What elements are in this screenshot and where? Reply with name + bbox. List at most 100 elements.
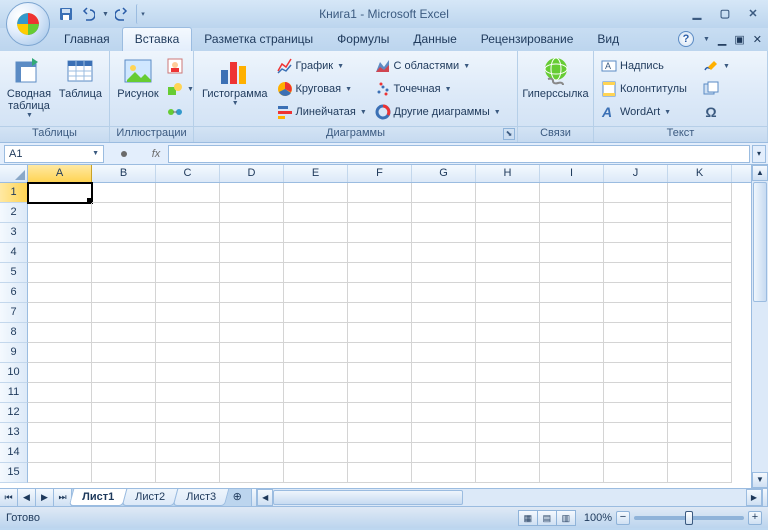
undo-dropdown-icon[interactable]: ▼ — [100, 4, 110, 24]
cell-B4[interactable] — [92, 243, 156, 263]
picture-button[interactable]: Рисунок — [114, 53, 162, 102]
area-chart-button[interactable]: С областями▼ — [372, 55, 512, 77]
maximize-button[interactable]: ▢ — [716, 4, 734, 22]
scroll-right-button[interactable]: ▶ — [746, 489, 762, 506]
cell-K5[interactable] — [668, 263, 732, 283]
office-button[interactable] — [6, 2, 50, 46]
cell-I14[interactable] — [540, 443, 604, 463]
cell-D8[interactable] — [220, 323, 284, 343]
cell-J4[interactable] — [604, 243, 668, 263]
cell-H5[interactable] — [476, 263, 540, 283]
cell-F8[interactable] — [348, 323, 412, 343]
col-header-J[interactable]: J — [604, 165, 668, 182]
cell-E11[interactable] — [284, 383, 348, 403]
help-dropdown-icon[interactable]: ▼ — [703, 36, 710, 43]
col-header-A[interactable]: A — [28, 165, 92, 182]
cell-E14[interactable] — [284, 443, 348, 463]
cell-H12[interactable] — [476, 403, 540, 423]
textbox-button[interactable]: AНадпись — [598, 55, 698, 77]
sheet-nav-prev[interactable]: ◀ — [18, 489, 36, 506]
cell-C14[interactable] — [156, 443, 220, 463]
cell-I7[interactable] — [540, 303, 604, 323]
signature-button[interactable]: ▼ — [700, 55, 726, 77]
col-header-E[interactable]: E — [284, 165, 348, 182]
undo-icon[interactable] — [78, 4, 98, 24]
cell-C9[interactable] — [156, 343, 220, 363]
row-header-1[interactable]: 1 — [0, 183, 28, 203]
cell-B11[interactable] — [92, 383, 156, 403]
cell-B5[interactable] — [92, 263, 156, 283]
scroll-left-button[interactable]: ◀ — [257, 489, 273, 506]
vscroll-thumb[interactable] — [753, 182, 767, 302]
cell-J3[interactable] — [604, 223, 668, 243]
qat-customize-icon[interactable]: ▾ — [136, 4, 148, 24]
cell-D9[interactable] — [220, 343, 284, 363]
cell-C11[interactable] — [156, 383, 220, 403]
cell-D11[interactable] — [220, 383, 284, 403]
cell-G12[interactable] — [412, 403, 476, 423]
cell-J11[interactable] — [604, 383, 668, 403]
cell-C7[interactable] — [156, 303, 220, 323]
tab-view[interactable]: Вид — [585, 28, 631, 51]
cell-H4[interactable] — [476, 243, 540, 263]
cell-G14[interactable] — [412, 443, 476, 463]
col-header-B[interactable]: B — [92, 165, 156, 182]
charts-dialog-launcher[interactable]: ⬊ — [503, 128, 515, 140]
cell-F14[interactable] — [348, 443, 412, 463]
col-header-C[interactable]: C — [156, 165, 220, 182]
doc-restore-button[interactable]: ▣ — [734, 33, 744, 46]
cell-K10[interactable] — [668, 363, 732, 383]
cell-I12[interactable] — [540, 403, 604, 423]
other-charts-button[interactable]: Другие диаграммы▼ — [372, 101, 512, 123]
name-box-dropdown-icon[interactable]: ▼ — [92, 150, 99, 157]
cell-I4[interactable] — [540, 243, 604, 263]
tab-insert[interactable]: Вставка — [122, 27, 193, 51]
cell-A4[interactable] — [28, 243, 92, 263]
cell-K4[interactable] — [668, 243, 732, 263]
cell-D5[interactable] — [220, 263, 284, 283]
cell-J2[interactable] — [604, 203, 668, 223]
cell-E3[interactable] — [284, 223, 348, 243]
cell-K14[interactable] — [668, 443, 732, 463]
formula-input[interactable] — [168, 145, 750, 163]
cell-G1[interactable] — [412, 183, 476, 203]
cell-J8[interactable] — [604, 323, 668, 343]
cell-E5[interactable] — [284, 263, 348, 283]
clipart-button[interactable] — [164, 55, 197, 77]
cell-H8[interactable] — [476, 323, 540, 343]
cell-J13[interactable] — [604, 423, 668, 443]
cell-F7[interactable] — [348, 303, 412, 323]
row-header-5[interactable]: 5 — [0, 263, 28, 283]
cell-H7[interactable] — [476, 303, 540, 323]
zoom-in-button[interactable]: + — [748, 511, 762, 525]
row-header-14[interactable]: 14 — [0, 443, 28, 463]
cell-H3[interactable] — [476, 223, 540, 243]
cell-F10[interactable] — [348, 363, 412, 383]
cell-J5[interactable] — [604, 263, 668, 283]
cell-H13[interactable] — [476, 423, 540, 443]
cell-K12[interactable] — [668, 403, 732, 423]
cell-I6[interactable] — [540, 283, 604, 303]
cell-D4[interactable] — [220, 243, 284, 263]
cell-F12[interactable] — [348, 403, 412, 423]
cell-K15[interactable] — [668, 463, 732, 483]
save-icon[interactable] — [56, 4, 76, 24]
cell-G11[interactable] — [412, 383, 476, 403]
row-header-4[interactable]: 4 — [0, 243, 28, 263]
bar-chart-button[interactable]: Линейчатая▼ — [274, 101, 370, 123]
cell-J1[interactable] — [604, 183, 668, 203]
cell-A14[interactable] — [28, 443, 92, 463]
cell-A10[interactable] — [28, 363, 92, 383]
cell-K1[interactable] — [668, 183, 732, 203]
cell-E7[interactable] — [284, 303, 348, 323]
cell-B2[interactable] — [92, 203, 156, 223]
cell-H2[interactable] — [476, 203, 540, 223]
cell-H9[interactable] — [476, 343, 540, 363]
cell-F1[interactable] — [348, 183, 412, 203]
cell-B14[interactable] — [92, 443, 156, 463]
cell-A8[interactable] — [28, 323, 92, 343]
cell-E15[interactable] — [284, 463, 348, 483]
cell-D2[interactable] — [220, 203, 284, 223]
row-header-7[interactable]: 7 — [0, 303, 28, 323]
cell-D15[interactable] — [220, 463, 284, 483]
